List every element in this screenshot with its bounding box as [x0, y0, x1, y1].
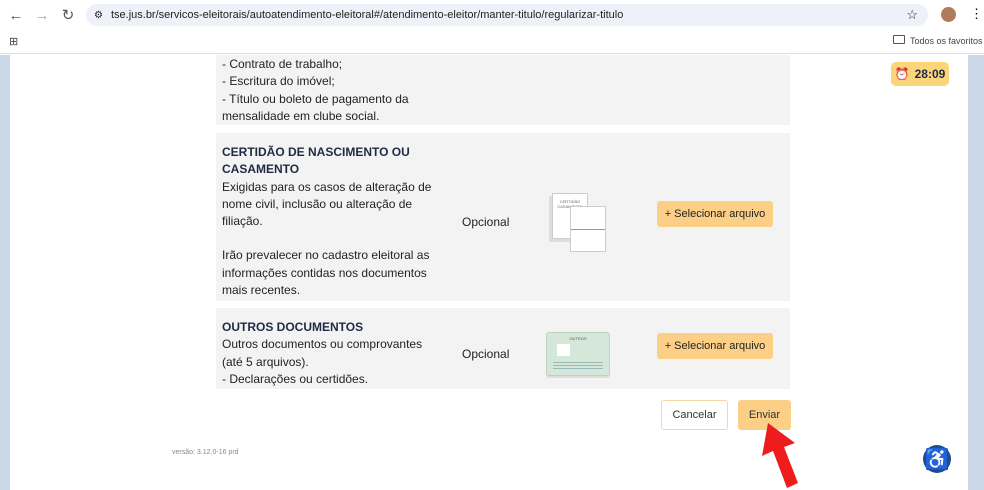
content: ⏰ 28:09 - Contrato de trabalho; - Escritu…: [10, 55, 968, 490]
avatar[interactable]: [941, 7, 956, 22]
row-description: - Contrato de trabalho; - Escritura do i…: [222, 56, 409, 125]
timer-badge: ⏰ 28:09: [891, 62, 949, 86]
select-file-button[interactable]: + Selecionar arquivo: [657, 201, 773, 227]
bookmarks-all[interactable]: Todos os favoritos: [910, 36, 983, 46]
accessibility-button[interactable]: ♿: [923, 445, 951, 473]
certificate-icon: CERTIDÃO CASAMENTO: [552, 193, 612, 255]
status-label: Opcional: [462, 215, 510, 229]
menu-icon[interactable]: ⋮: [970, 6, 983, 22]
icon-label: OUTROS: [569, 336, 587, 341]
version-text: versão: 3.12.0-16 prd: [172, 449, 239, 456]
scrollbar[interactable]: [972, 55, 982, 490]
row-title: OUTROS DOCUMENTOS: [222, 320, 364, 334]
line: - Título ou boleto de pagamento da: [222, 91, 409, 106]
status-label: Opcional: [462, 347, 510, 361]
document-row-certidao: CERTIDÃO DE NASCIMENTO OU CASAMENTO Exig…: [216, 133, 790, 301]
timer-value: 28:09: [914, 67, 946, 81]
line: informações contidas nos documentos: [222, 265, 427, 280]
line: (até 5 arquivos).: [222, 354, 309, 369]
cancel-button[interactable]: Cancelar: [661, 400, 728, 430]
select-file-button[interactable]: + Selecionar arquivo: [657, 333, 773, 359]
folder-icon: [893, 35, 905, 44]
alarm-icon: ⏰: [894, 67, 910, 81]
accessibility-icon: ♿: [924, 448, 950, 471]
back-icon[interactable]: ←: [3, 7, 29, 24]
line: - Declarações ou certidões.: [222, 371, 369, 386]
browser-toolbar: ← → ↻ ⚙ tse.jus.br/servicos-eleitorais/a…: [0, 0, 984, 30]
line: nome civil, inclusão ou alteração de: [222, 196, 413, 211]
url-text: tse.jus.br/servicos-eleitorais/autoatend…: [110, 9, 624, 21]
star-icon[interactable]: ☆: [906, 7, 918, 23]
line: - Escritura do imóvel;: [222, 74, 335, 89]
line: - Contrato de trabalho;: [222, 57, 343, 71]
bookmarks-bar: ⊞ Todos os favoritos: [0, 30, 984, 54]
document-row-outros: OUTROS DOCUMENTOS Outros documentos ou c…: [216, 308, 790, 389]
line: mais recentes.: [222, 283, 301, 298]
forward-icon[interactable]: →: [29, 7, 55, 24]
line: mensalidade em clube social.: [222, 108, 380, 123]
document-row-other-proofs: - Contrato de trabalho; - Escritura do i…: [216, 55, 790, 125]
address-bar[interactable]: ⚙ tse.jus.br/servicos-eleitorais/autoate…: [86, 4, 928, 26]
line: filiação.: [222, 214, 263, 229]
line: Exigidas para os casos de alteração de: [222, 179, 432, 194]
row-description: CERTIDÃO DE NASCIMENTO OU CASAMENTO Exig…: [222, 144, 431, 299]
other-documents-icon: OUTROS: [546, 332, 610, 376]
row-title: CERTIDÃO DE NASCIMENTO OU: [222, 145, 410, 159]
apps-icon[interactable]: ⊞: [9, 35, 18, 48]
row-description: OUTROS DOCUMENTOS Outros documentos ou c…: [222, 319, 422, 388]
page: ⏰ 28:09 - Contrato de trabalho; - Escritu…: [0, 55, 984, 490]
red-arrow-annotation: [762, 423, 798, 488]
site-settings-icon[interactable]: ⚙: [94, 10, 103, 21]
line: Irão prevalecer no cadastro eleitoral as: [222, 248, 430, 263]
row-title: CASAMENTO: [222, 162, 300, 177]
line: Outros documentos ou comprovantes: [222, 337, 423, 352]
reload-icon[interactable]: ↻: [55, 6, 81, 24]
